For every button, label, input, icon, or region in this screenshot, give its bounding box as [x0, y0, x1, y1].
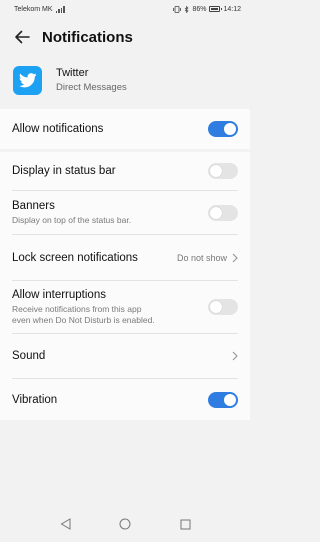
chevron-right-icon — [232, 253, 238, 262]
toggle-knob — [210, 301, 222, 313]
allow-interruptions-toggle[interactable] — [208, 299, 238, 315]
allow-interruptions-text: Allow interruptions Receive notification… — [12, 289, 155, 325]
toggle-knob — [210, 165, 222, 177]
banners-description: Display on top of the status bar. — [12, 214, 132, 225]
allow-notifications-toggle[interactable] — [208, 121, 238, 137]
app-channel: Direct Messages — [56, 82, 127, 93]
lock-screen-value-wrap: Do not show — [177, 253, 238, 263]
banners-label: Banners — [12, 199, 55, 212]
allow-interruptions-label: Allow interruptions — [12, 288, 106, 301]
square-recents-icon — [180, 519, 190, 529]
page-title: Notifications — [42, 28, 133, 46]
status-right: 86% 14:12 — [173, 5, 241, 13]
carrier-name: Telekom MK — [14, 5, 53, 13]
clock: 14:12 — [223, 5, 241, 13]
lock-screen-label: Lock screen notifications — [12, 251, 138, 264]
bluetooth-icon — [185, 5, 189, 13]
nav-back-button[interactable] — [58, 517, 72, 531]
toggle-knob — [210, 206, 222, 219]
triangle-back-icon — [60, 518, 70, 530]
banners-row[interactable]: Banners Display on top of the status bar… — [12, 191, 238, 234]
sound-row[interactable]: Sound — [12, 334, 238, 378]
nav-recents-button[interactable] — [178, 517, 192, 531]
toggle-knob — [224, 393, 236, 406]
display-status-bar-row[interactable]: Display in status bar — [12, 152, 238, 190]
back-arrow-icon — [15, 30, 30, 44]
status-left: Telekom MK — [14, 5, 65, 13]
display-status-bar-toggle[interactable] — [208, 163, 238, 179]
status-bar: Telekom MK 86% 14:12 — [0, 0, 250, 18]
battery-icon — [209, 6, 223, 12]
app-name: Twitter — [56, 67, 89, 79]
signal-icon — [55, 5, 65, 13]
sound-label: Sound — [12, 350, 46, 362]
allow-interruptions-description-line1: Receive notifications from this app — [12, 303, 142, 314]
allow-notifications-card: Allow notifications — [0, 109, 250, 149]
allow-interruptions-description-line2: even when Do Not Disturb is enabled. — [12, 315, 155, 325]
twitter-bird-icon — [13, 65, 42, 95]
system-nav-bar — [0, 506, 250, 542]
lock-screen-value: Do not show — [176, 252, 227, 263]
back-button[interactable] — [0, 18, 42, 56]
banners-toggle[interactable] — [208, 204, 238, 221]
toggle-knob — [224, 123, 236, 135]
display-status-bar-label: Display in status bar — [12, 165, 116, 177]
battery-percent: 86% — [192, 5, 207, 13]
lock-screen-row[interactable]: Lock screen notifications Do not show — [12, 235, 238, 280]
circle-home-icon — [119, 518, 131, 530]
allow-interruptions-row[interactable]: Allow interruptions Receive notification… — [12, 281, 238, 333]
app-info: Twitter Direct Messages — [0, 57, 250, 103]
chevron-right-icon — [232, 351, 238, 361]
settings-card: Display in status bar Banners Display on… — [0, 152, 250, 420]
app-text: Twitter Direct Messages — [56, 67, 127, 93]
allow-notifications-label: Allow notifications — [12, 123, 104, 135]
vibration-toggle[interactable] — [208, 391, 238, 408]
banners-text: Banners Display on top of the status bar… — [12, 200, 131, 225]
nav-home-button[interactable] — [118, 517, 132, 531]
vibration-row[interactable]: Vibration — [12, 379, 238, 420]
app-bar: Notifications — [0, 18, 250, 56]
vibrate-icon — [173, 5, 182, 13]
vibration-label: Vibration — [12, 393, 58, 406]
allow-notifications-row[interactable]: Allow notifications — [12, 109, 238, 149]
